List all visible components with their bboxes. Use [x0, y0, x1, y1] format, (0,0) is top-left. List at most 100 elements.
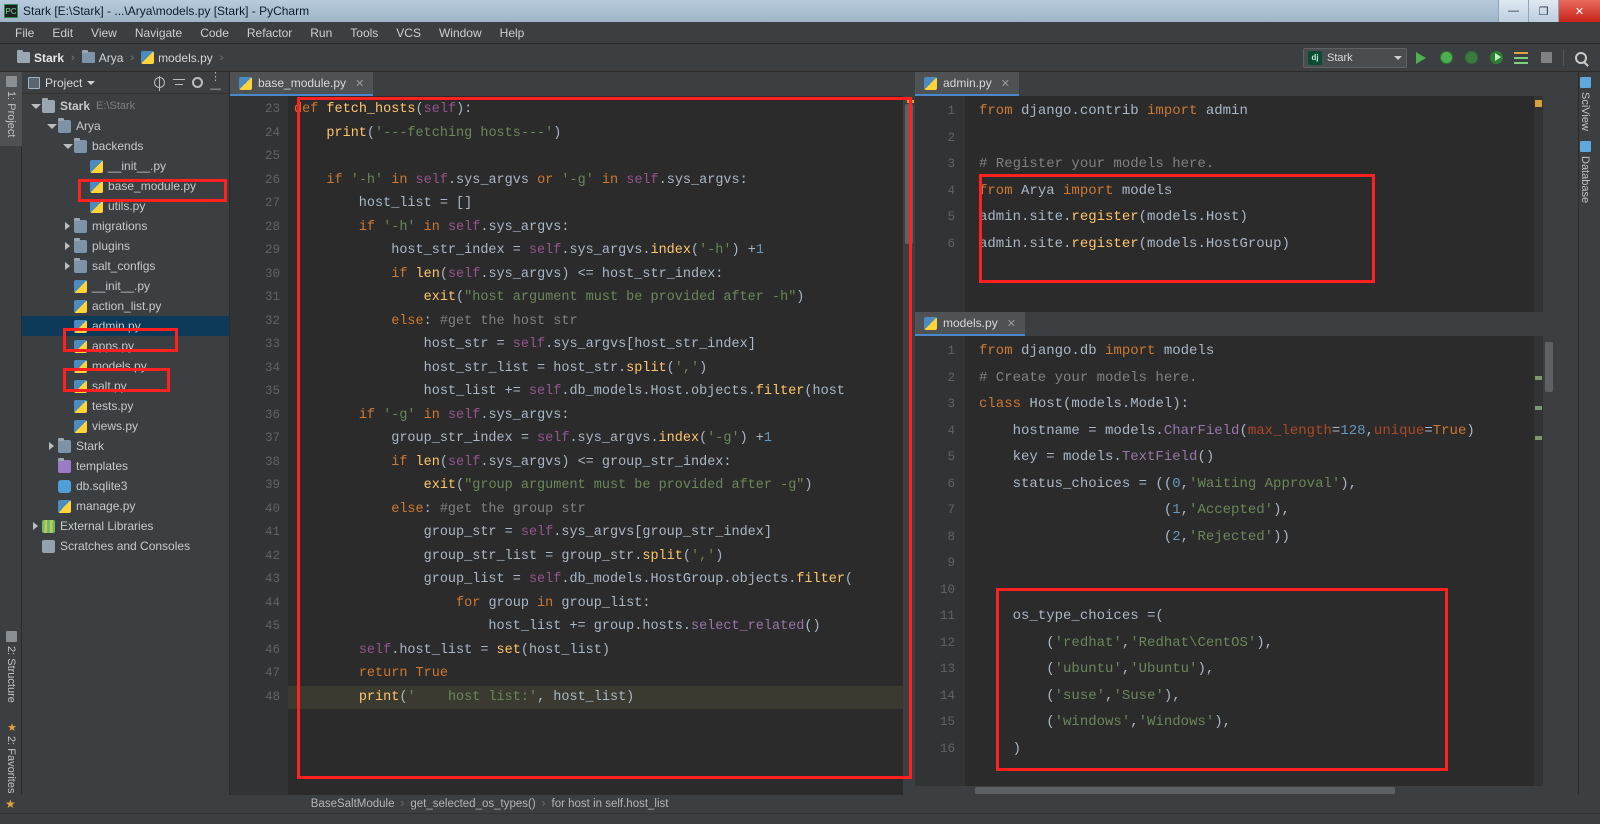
code-line[interactable]: def fetch_hosts(self):: [288, 98, 915, 122]
code-line[interactable]: [965, 550, 1555, 577]
code-line[interactable]: key = models.TextField(): [965, 444, 1555, 471]
code-line[interactable]: if len(self.sys_argvs) <= host_str_index…: [288, 263, 915, 287]
code-line[interactable]: if len(self.sys_argvs) <= group_str_inde…: [288, 451, 915, 475]
scrollbar-thumb[interactable]: [905, 104, 913, 244]
code-area[interactable]: from django.contrib import admin # Regist…: [965, 96, 1555, 312]
breadcrumb-item-arya[interactable]: Arya: [77, 49, 129, 67]
code-line[interactable]: host_list += self.db_models.Host.objects…: [288, 380, 915, 404]
tree-item-views-py[interactable]: views.py: [22, 416, 229, 436]
tab-models-py[interactable]: models.py ✕: [915, 312, 1025, 336]
editor-vertical-scrollbar[interactable]: [903, 96, 915, 795]
code-line[interactable]: hostname = models.CharField(max_length=1…: [965, 418, 1555, 445]
menu-item-code[interactable]: Code: [191, 24, 238, 42]
code-line[interactable]: [965, 577, 1555, 604]
close-button[interactable]: ✕: [1558, 0, 1600, 22]
tree-item-templates[interactable]: templates: [22, 456, 229, 476]
code-breadcrumb-item[interactable]: get_selected_os_types(): [410, 798, 535, 810]
tree-item-stark[interactable]: Stark: [22, 436, 229, 456]
code-line[interactable]: if '-h' in self.sys_argvs or '-g' in sel…: [288, 169, 915, 193]
menu-item-help[interactable]: Help: [491, 24, 534, 42]
run-configuration-selector[interactable]: dj Stark: [1303, 47, 1407, 68]
close-icon[interactable]: ✕: [355, 77, 364, 90]
code-line[interactable]: exit("host argument must be provided aft…: [288, 286, 915, 310]
code-line[interactable]: group_str_list = group_str.split(','): [288, 545, 915, 569]
menu-item-navigate[interactable]: Navigate: [126, 24, 191, 42]
code-breadcrumb-item[interactable]: for host in self.host_list: [552, 798, 669, 810]
chevron-down-icon[interactable]: [87, 80, 96, 85]
tree-item-utils-py[interactable]: utils.py: [22, 196, 229, 216]
scrollbar-thumb[interactable]: [1545, 342, 1553, 392]
chevron-down-icon[interactable]: [30, 101, 41, 111]
tree-item-arya[interactable]: Arya: [22, 116, 229, 136]
code-line[interactable]: status_choices = ((0,'Waiting Approval')…: [965, 471, 1555, 498]
code-area[interactable]: from django.db import models # Create you…: [965, 336, 1555, 795]
code-line[interactable]: host_list = []: [288, 192, 915, 216]
code-line[interactable]: [288, 145, 915, 169]
code-line[interactable]: (1,'Accepted'),: [965, 497, 1555, 524]
chevron-right-icon[interactable]: [62, 221, 72, 231]
stop-button[interactable]: [1535, 47, 1557, 69]
editor-horizontal-scrollbar[interactable]: [915, 786, 1543, 795]
close-icon[interactable]: ✕: [1007, 317, 1016, 330]
tree-item-tests-py[interactable]: tests.py: [22, 396, 229, 416]
chevron-down-icon[interactable]: [46, 121, 57, 131]
sidebar-item-favorites[interactable]: ★ 2: Favorites: [0, 717, 22, 807]
code-line[interactable]: group_str = self.sys_argvs[group_str_ind…: [288, 521, 915, 545]
code-line[interactable]: print('---fetching hosts---'): [288, 122, 915, 146]
tree-item-admin-py[interactable]: admin.py: [22, 316, 229, 336]
tree-item-stark[interactable]: Stark E:\Stark: [22, 96, 229, 116]
collapse-all-icon[interactable]: [172, 76, 185, 89]
minimize-button[interactable]: —: [1498, 0, 1528, 22]
chevron-right-icon[interactable]: [62, 241, 72, 251]
tree-item-migrations[interactable]: migrations: [22, 216, 229, 236]
chevron-right-icon[interactable]: [46, 441, 56, 451]
code-line[interactable]: if '-h' in self.sys_argvs:: [288, 216, 915, 240]
code-line[interactable]: for group in group_list:: [288, 592, 915, 616]
code-line[interactable]: class Host(models.Model):: [965, 391, 1555, 418]
code-line[interactable]: return True: [288, 662, 915, 686]
code-line[interactable]: else: #get the host str: [288, 310, 915, 334]
menu-item-view[interactable]: View: [82, 24, 126, 42]
sidebar-item-database[interactable]: Database: [1579, 136, 1591, 208]
tree-item-salt-configs[interactable]: salt_configs: [22, 256, 229, 276]
code-area[interactable]: def fetch_hosts(self): print('---fetchin…: [288, 96, 915, 795]
sidebar-item-sciview[interactable]: SciView: [1579, 72, 1591, 136]
editor-vertical-scrollbar[interactable]: [1543, 96, 1555, 312]
code-line[interactable]: self.host_list = set(host_list): [288, 639, 915, 663]
tree-item-base-module-py[interactable]: base_module.py: [22, 176, 229, 196]
tree-item-db-sqlite3[interactable]: db.sqlite3: [22, 476, 229, 496]
code-line[interactable]: (2,'Rejected')): [965, 524, 1555, 551]
debug-button[interactable]: [1435, 47, 1457, 69]
close-icon[interactable]: ✕: [1001, 77, 1010, 90]
chevron-down-icon[interactable]: [1394, 55, 1402, 60]
menu-item-file[interactable]: File: [6, 24, 43, 42]
code-line[interactable]: host_list += group.hosts.select_related(…: [288, 615, 915, 639]
run-button[interactable]: [1410, 47, 1432, 69]
tab-admin-py[interactable]: admin.py ✕: [915, 72, 1019, 96]
menu-item-refactor[interactable]: Refactor: [238, 24, 301, 42]
menu-item-tools[interactable]: Tools: [341, 24, 387, 42]
code-line[interactable]: ('windows','Windows'),: [965, 709, 1555, 736]
code-line[interactable]: ('redhat','Redhat\CentOS'),: [965, 630, 1555, 657]
chevron-right-icon[interactable]: [62, 261, 72, 271]
tab-base-module-py[interactable]: base_module.py ✕: [230, 72, 374, 96]
tree-item-salt-py[interactable]: salt.py: [22, 376, 229, 396]
code-line[interactable]: from django.contrib import admin: [965, 98, 1555, 125]
code-line[interactable]: ('suse','Suse'),: [965, 683, 1555, 710]
tree-item-action-list-py[interactable]: action_list.py: [22, 296, 229, 316]
expand-icon[interactable]: ⋮—: [210, 71, 223, 95]
tree-item-plugins[interactable]: plugins: [22, 236, 229, 256]
code-line[interactable]: admin.site.register(models.Host): [965, 204, 1555, 231]
editor-vertical-scrollbar[interactable]: [1543, 336, 1555, 795]
tree-item--init-py[interactable]: __init__.py: [22, 156, 229, 176]
code-line[interactable]: admin.site.register(models.HostGroup): [965, 231, 1555, 258]
code-line[interactable]: if '-g' in self.sys_argvs:: [288, 404, 915, 428]
run-tests-button[interactable]: [1510, 47, 1532, 69]
code-breadcrumb-item[interactable]: BaseSaltModule: [311, 798, 395, 810]
menu-item-vcs[interactable]: VCS: [387, 24, 430, 42]
search-everywhere-button[interactable]: [1570, 47, 1592, 69]
code-line[interactable]: # Register your models here.: [965, 151, 1555, 178]
profile-button[interactable]: [1485, 47, 1507, 69]
code-line[interactable]: host_str = self.sys_argvs[host_str_index…: [288, 333, 915, 357]
tree-item-manage-py[interactable]: manage.py: [22, 496, 229, 516]
